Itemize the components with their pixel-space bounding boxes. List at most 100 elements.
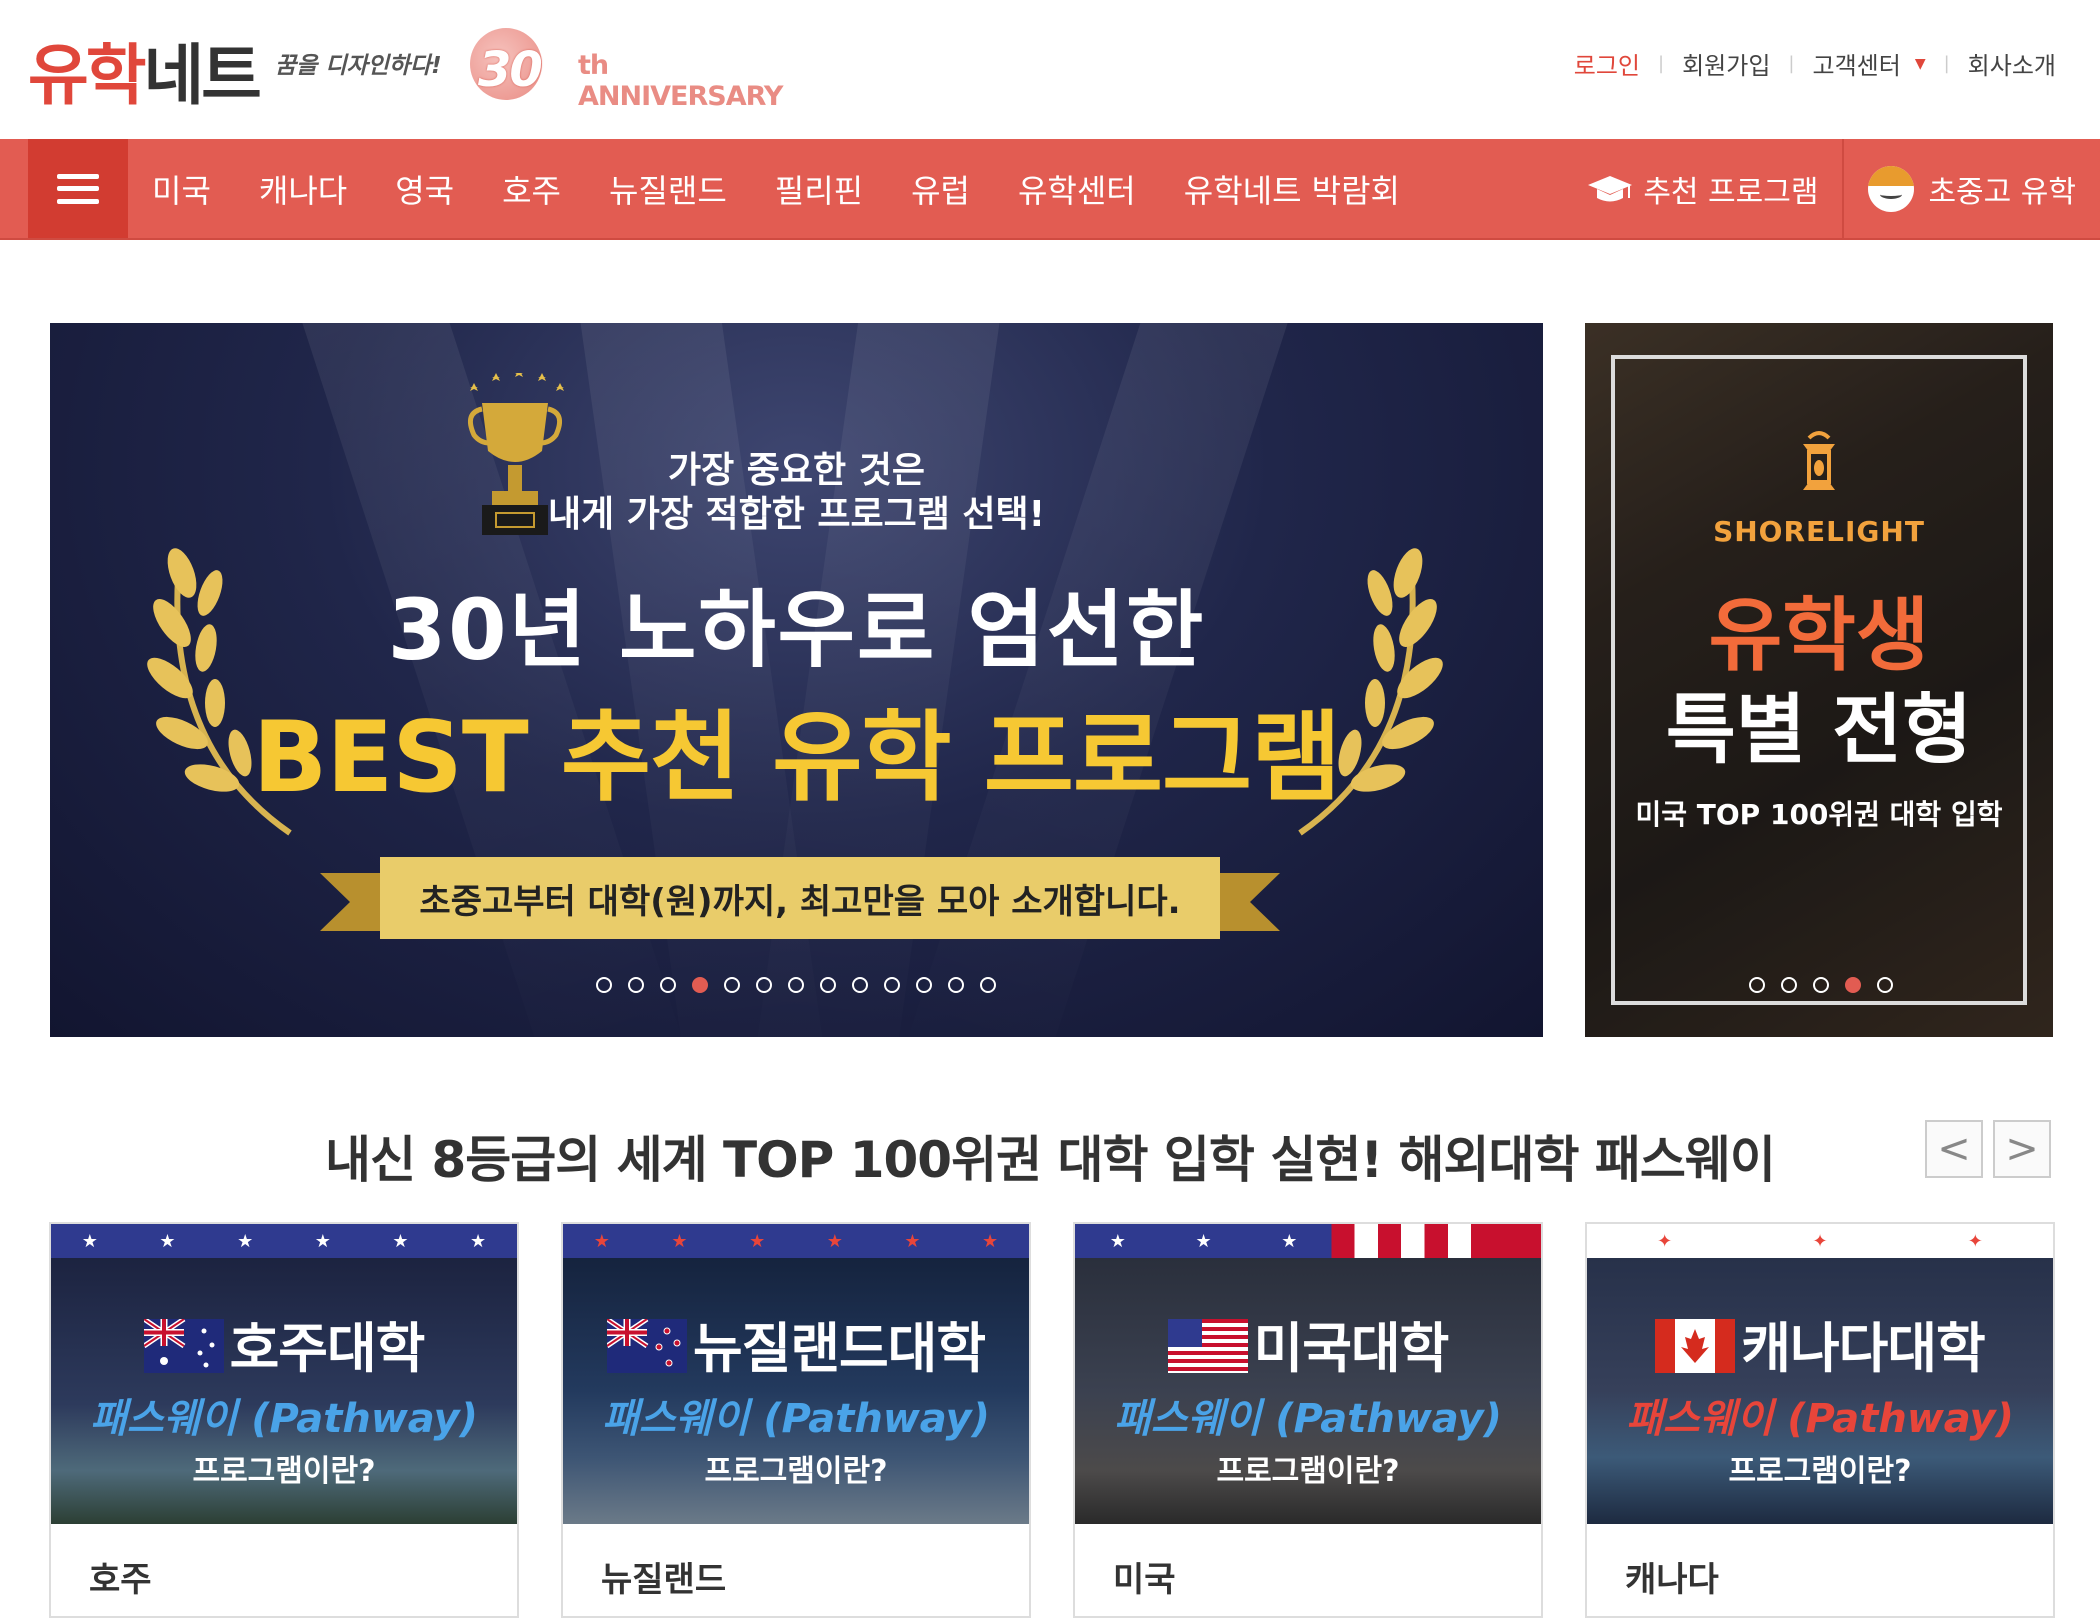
recommended-program-label: 추천 프로그램	[1643, 174, 1819, 210]
chevron-right-icon: >	[2005, 1126, 2039, 1172]
pagination-dot[interactable]	[916, 977, 932, 993]
nav-item-europe[interactable]: 유럽	[887, 166, 994, 212]
usa-flag-icon	[1167, 1319, 1248, 1374]
caret-down-icon[interactable]: ▼	[1915, 56, 1926, 72]
pagination-dot[interactable]	[948, 977, 964, 993]
site-header: 유학네트 꿈을 디자인하다! 30 th ANNIVERSARY 로그인 | 회…	[0, 0, 2100, 139]
banner-subtitle-line2: 내게 가장 적합한 프로그램 선택!	[547, 494, 1046, 535]
pathway-card-canada[interactable]: ✦ ✦ ✦ 캐나다대학 패스웨이 (Pathway) 프로그램이란? 캐나다	[1585, 1222, 2055, 1618]
nav-item-new-zealand[interactable]: 뉴질랜드	[585, 166, 751, 212]
card-subtitle: 패스웨이 (Pathway)	[1626, 1396, 2014, 1442]
pagination-dot[interactable]	[1877, 977, 1893, 993]
card-image: ✦ ✦ ✦ 캐나다대학 패스웨이 (Pathway) 프로그램이란?	[1587, 1224, 2053, 1524]
card-title: 호주대학	[229, 1317, 426, 1380]
maple-stripe: ✦ ✦ ✦	[1587, 1224, 2053, 1258]
pagination-dot[interactable]	[980, 977, 996, 993]
card-title: 캐나다대학	[1741, 1317, 1985, 1380]
divider: |	[1658, 53, 1665, 74]
pathway-section-title: 내신 8등급의 세계 TOP 100위권 대학 입학 실현! 해외대학 패스웨이	[325, 1131, 1776, 1189]
pagination-dot[interactable]	[852, 977, 868, 993]
card-subtitle: 패스웨이 (Pathway)	[1114, 1396, 1502, 1442]
side-banner-pagination	[1741, 977, 1901, 993]
pagination-dot[interactable]	[724, 977, 740, 993]
anniversary-text: th ANNIVERSARY	[578, 50, 783, 112]
pagination-dot[interactable]	[1845, 977, 1861, 993]
chevron-left-icon: <	[1937, 1126, 1971, 1172]
pagination-dot[interactable]	[628, 977, 644, 993]
k12-link[interactable]: 초중고 유학	[1842, 139, 2100, 238]
recommended-program-link[interactable]: 추천 프로그램	[1563, 139, 1842, 238]
card-label: 캐나다	[1625, 1560, 1719, 1600]
shorelight-brand: SHORELIGHT	[1713, 515, 1925, 548]
card-subtitle: 패스웨이 (Pathway)	[602, 1396, 990, 1442]
divider: |	[1943, 53, 1950, 74]
star-stripe: ★ ★ ★ ★ ★ ★	[563, 1224, 1029, 1258]
site-logo[interactable]: 유학네트	[28, 22, 262, 118]
nav-item-usa[interactable]: 미국	[128, 166, 235, 212]
card-label: 뉴질랜드	[601, 1560, 727, 1600]
prev-arrow-button[interactable]: <	[1925, 1120, 1983, 1178]
logo-part1: 유학	[28, 37, 146, 114]
pagination-dot[interactable]	[660, 977, 676, 993]
ribbon-text: 초중고부터 대학(원)까지, 최고만을 모아 소개합니다.	[419, 881, 1181, 922]
banner-title-line1: 30년 노하우로 엄선한	[387, 581, 1206, 679]
divider: |	[1788, 53, 1795, 74]
pagination-dot[interactable]	[788, 977, 804, 993]
customer-center-link[interactable]: 고객센터	[1812, 46, 1900, 81]
card-question: 프로그램이란?	[1216, 1454, 1400, 1489]
logo-part2: 네트	[143, 37, 261, 114]
card-image: ★ ★ ★ ★ ★ ★ 뉴질랜드대학 패스웨이 (Pathway) 프로그램이란?	[563, 1224, 1029, 1524]
pagination-dot[interactable]	[884, 977, 900, 993]
nav-item-fair[interactable]: 유학네트 박람회	[1160, 166, 1424, 212]
australia-flag-icon	[143, 1319, 224, 1374]
nav-items: 미국 캐나다 영국 호주 뉴질랜드 필리핀 유럽 유학센터 유학네트 박람회	[128, 139, 1424, 238]
hamburger-icon	[57, 173, 99, 204]
main-banner-pagination	[588, 977, 1004, 993]
nav-item-australia[interactable]: 호주	[478, 166, 585, 212]
star-stripe: ★ ★ ★	[1075, 1224, 1541, 1258]
card-label: 호주	[89, 1560, 152, 1600]
side-caption: 미국 TOP 100위권 대학 입학	[1635, 798, 2003, 831]
login-link[interactable]: 로그인	[1574, 46, 1640, 81]
card-image: ★ ★ ★ ★ ★ ★ 호주대학 패스웨이 (Pathway) 프로그램이란?	[51, 1224, 517, 1524]
nav-item-philippines[interactable]: 필리핀	[751, 166, 887, 212]
side-banner-slide[interactable]: SHORELIGHT 유학생 특별 전형 미국 TOP 100위권 대학 입학	[1585, 323, 2053, 1037]
main-banner-slide[interactable]: 가장 중요한 것은 내게 가장 적합한 프로그램 선택! 30년 노하우로 엄선…	[50, 323, 1543, 1037]
main-nav: 미국 캐나다 영국 호주 뉴질랜드 필리핀 유럽 유학센터 유학네트 박람회 추…	[0, 139, 2100, 240]
card-subtitle: 패스웨이 (Pathway)	[90, 1396, 478, 1442]
pathway-card-australia[interactable]: ★ ★ ★ ★ ★ ★ 호주대학 패스웨이 (Pathway) 프로그램이란? 호주	[49, 1222, 519, 1618]
banner-title-line2: BEST 추천 유학 프로그램	[252, 701, 1342, 815]
anniversary-badge: 30 th ANNIVERSARY	[470, 28, 800, 112]
nav-item-canada[interactable]: 캐나다	[235, 166, 371, 212]
pagination-dot[interactable]	[596, 977, 612, 993]
next-arrow-button[interactable]: >	[1993, 1120, 2051, 1178]
student-face-icon	[1868, 165, 1915, 212]
new-zealand-flag-icon	[606, 1319, 687, 1374]
pagination-dot[interactable]	[820, 977, 836, 993]
lantern-icon	[1803, 431, 1835, 490]
nav-item-center[interactable]: 유학센터	[994, 166, 1160, 212]
side-title-line2: 특별 전형	[1665, 685, 1973, 774]
card-title: 미국대학	[1253, 1317, 1450, 1380]
pathway-card-usa[interactable]: ★ ★ ★ 미국대학 패스웨이 (Pathway) 프로그램이란? 미국	[1073, 1222, 1543, 1618]
about-link[interactable]: 회사소개	[1968, 46, 2056, 81]
signup-link[interactable]: 회원가입	[1682, 46, 1770, 81]
card-image: ★ ★ ★ 미국대학 패스웨이 (Pathway) 프로그램이란?	[1075, 1224, 1541, 1524]
utility-links: 로그인 | 회원가입 | 고객센터 ▼ | 회사소개	[1574, 46, 2056, 81]
pagination-dot[interactable]	[756, 977, 772, 993]
pathway-card-new-zealand[interactable]: ★ ★ ★ ★ ★ ★ 뉴질랜드대학 패스웨이 (Pathway) 프로그램이란? 뉴질랜…	[561, 1222, 1031, 1618]
canada-flag-icon	[1655, 1319, 1736, 1374]
graduation-cap-icon	[1588, 175, 1633, 201]
nav-right: 추천 프로그램 초중고 유학	[1563, 139, 2100, 238]
nav-item-uk[interactable]: 영국	[371, 166, 478, 212]
pagination-dot[interactable]	[1813, 977, 1829, 993]
pagination-dot[interactable]	[692, 977, 708, 993]
pagination-dot[interactable]	[1749, 977, 1765, 993]
card-question: 프로그램이란?	[192, 1454, 376, 1489]
anniversary-number: 30	[478, 42, 543, 98]
k12-label: 초중고 유학	[1928, 174, 2076, 210]
pagination-dot[interactable]	[1781, 977, 1797, 993]
card-question: 프로그램이란?	[704, 1454, 888, 1489]
card-question: 프로그램이란?	[1728, 1454, 1912, 1489]
hamburger-menu-button[interactable]	[28, 139, 128, 238]
